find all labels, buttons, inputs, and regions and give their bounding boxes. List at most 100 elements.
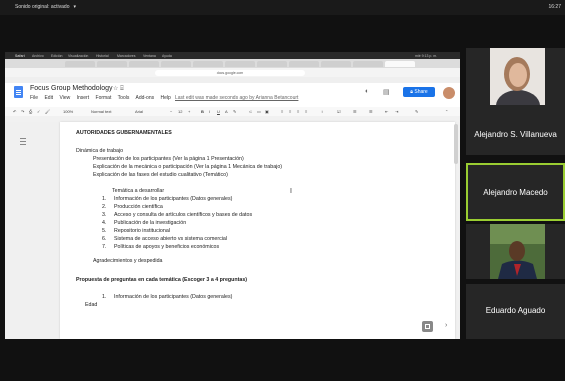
activity-icon[interactable]: ◐ xyxy=(365,88,369,95)
menu-tools[interactable]: Tools xyxy=(118,95,130,101)
browser-tab[interactable] xyxy=(193,61,223,67)
browser-tab-active[interactable] xyxy=(385,61,415,67)
doc-subheading: Propuesta de preguntas en cada temática … xyxy=(76,277,248,283)
document-page[interactable]: AUTORIDADES GUBERNAMENTALES Dinámica de … xyxy=(60,122,455,339)
editing-mode-icon[interactable]: ✎ xyxy=(415,109,418,114)
align-right-icon[interactable]: ≡ xyxy=(297,109,299,114)
document-title[interactable]: Focus Group Methodology xyxy=(30,85,113,92)
star-icon[interactable]: ☆ xyxy=(113,86,118,92)
decrease-size-icon[interactable]: − xyxy=(170,109,172,114)
menu-addons[interactable]: Add-ons xyxy=(135,95,154,101)
participant-tile-active-speaker[interactable]: Alejandro Macedo xyxy=(466,163,565,221)
zoom-top-bar: Sonido original: activado ▾ 16:27 xyxy=(0,0,565,15)
google-docs-icon[interactable] xyxy=(14,86,23,98)
account-avatar[interactable] xyxy=(442,86,456,100)
browser-tab[interactable] xyxy=(353,61,383,67)
mac-menu-item[interactable]: Historial xyxy=(96,54,109,58)
list-item: 7. Políticas de apoyos y beneficios econó… xyxy=(102,244,219,250)
indent-decrease-icon[interactable]: ⇤ xyxy=(385,109,388,114)
outline-icon[interactable] xyxy=(20,138,26,145)
menu-edit[interactable]: Edit xyxy=(44,95,53,101)
participant-tile[interactable]: Eduardo Aguado xyxy=(466,284,565,339)
font-size-input[interactable]: 12 xyxy=(178,109,182,114)
address-bar[interactable]: docs.google.com xyxy=(155,69,305,76)
list-item: 2. Producción científica xyxy=(102,204,163,210)
doc-text: Agradecimientos y despedida xyxy=(93,258,163,264)
highlight-icon[interactable]: ✎ xyxy=(233,109,236,114)
print-icon[interactable]: ⎙ xyxy=(29,109,32,114)
italic-icon[interactable]: I xyxy=(209,109,210,114)
participant-video xyxy=(490,224,545,279)
align-center-icon[interactable]: ≡ xyxy=(289,109,291,114)
spellcheck-icon[interactable]: ✓ xyxy=(37,109,40,114)
mac-menu-item[interactable]: Safari xyxy=(15,54,25,58)
redo-icon[interactable]: ↷ xyxy=(21,109,24,114)
clock: 16:27 xyxy=(548,4,561,10)
participant-name: Eduardo Aguado xyxy=(485,306,546,315)
zoom-select[interactable]: 100% xyxy=(63,109,73,114)
undo-icon[interactable]: ↶ xyxy=(13,109,16,114)
menu-insert[interactable]: Insert xyxy=(77,95,90,101)
browser-tab[interactable] xyxy=(97,61,127,67)
menu-help[interactable]: Help xyxy=(161,95,171,101)
list-item: 1. Información de los participantes (Dato… xyxy=(102,196,232,202)
paint-format-icon[interactable]: 🖌︎ xyxy=(45,109,50,114)
text-color-icon[interactable]: A xyxy=(225,109,228,114)
participant-video xyxy=(490,48,545,105)
bold-icon[interactable]: B xyxy=(201,109,204,114)
share-button[interactable]: 🔒︎ Share xyxy=(403,87,435,97)
mac-menu-item[interactable]: Edición xyxy=(51,54,62,58)
list-item: 4. Publicación de la investigación xyxy=(102,220,186,226)
participant-tile[interactable]: Alejandro S. Villanueva xyxy=(466,48,565,155)
mac-menu-item[interactable]: Visualización xyxy=(68,54,88,58)
line-spacing-icon[interactable]: ↕ xyxy=(321,109,323,114)
explore-icon[interactable] xyxy=(422,321,433,332)
mac-menu-item[interactable]: Ayuda xyxy=(162,54,172,58)
document-canvas: AUTORIDADES GUBERNAMENTALES Dinámica de … xyxy=(5,122,460,339)
checklist-icon[interactable]: ☑ xyxy=(337,109,341,114)
align-justify-icon[interactable]: ≡ xyxy=(305,109,307,114)
link-icon[interactable]: ⊂ xyxy=(249,109,252,114)
indent-increase-icon[interactable]: ⇥ xyxy=(395,109,398,114)
mac-menu-item[interactable]: Ventana xyxy=(143,54,156,58)
font-select[interactable]: Arial xyxy=(135,109,143,114)
folder-icon[interactable]: ⌸ xyxy=(120,86,124,92)
browser-tab[interactable] xyxy=(161,61,191,67)
image-icon[interactable]: ▣ xyxy=(265,109,269,114)
browser-tab[interactable] xyxy=(65,61,95,67)
doc-heading: AUTORIDADES GUBERNAMENTALES xyxy=(76,130,172,136)
comment-icon[interactable]: ▤ xyxy=(383,88,390,96)
browser-tab[interactable] xyxy=(257,61,287,67)
list-item-text: Información de los participantes (Datos … xyxy=(114,196,233,202)
mac-menu-item[interactable]: Marcadores xyxy=(117,54,135,58)
list-item-text: Repositorio institucional xyxy=(114,228,170,234)
menu-format[interactable]: Format xyxy=(96,95,112,101)
bulleted-list-icon[interactable]: ☰ xyxy=(353,109,357,114)
browser-tab[interactable] xyxy=(225,61,255,67)
original-sound-toggle[interactable]: Sonido original: activado ▾ xyxy=(15,4,76,10)
align-left-icon[interactable]: ≡ xyxy=(281,109,283,114)
list-item-text: Sistema de acceso abierto vs sistema com… xyxy=(114,236,228,242)
numbered-list-icon[interactable]: ☰ xyxy=(369,109,373,114)
list-item: 1. Información de los participantes (Dato… xyxy=(102,294,232,300)
underline-icon[interactable]: U xyxy=(217,109,220,114)
browser-tab[interactable] xyxy=(321,61,351,67)
list-number: 1. xyxy=(102,196,107,202)
scrollbar[interactable] xyxy=(454,124,458,164)
increase-size-icon[interactable]: + xyxy=(188,109,190,114)
list-item: 5. Repositorio institucional xyxy=(102,228,170,234)
list-item-text: Producción científica xyxy=(114,204,163,210)
mac-menu-item[interactable]: Archivo xyxy=(32,54,44,58)
browser-tab[interactable] xyxy=(129,61,159,67)
list-number: 3. xyxy=(102,212,107,218)
comment-add-icon[interactable]: ▭ xyxy=(257,109,261,114)
style-select[interactable]: Normal text xyxy=(91,109,111,114)
list-item-text: Acceso y consulta de artículos científic… xyxy=(114,212,253,218)
menu-file[interactable]: File xyxy=(30,95,38,101)
menu-view[interactable]: View xyxy=(59,95,70,101)
browser-tab[interactable] xyxy=(289,61,319,67)
last-edit-link[interactable]: Last edit was made seconds ago by Ariann… xyxy=(175,95,298,101)
chevron-up-icon[interactable]: ⌃ xyxy=(445,109,448,114)
chevron-right-icon[interactable]: › xyxy=(445,322,447,329)
participant-tile[interactable] xyxy=(466,224,565,279)
